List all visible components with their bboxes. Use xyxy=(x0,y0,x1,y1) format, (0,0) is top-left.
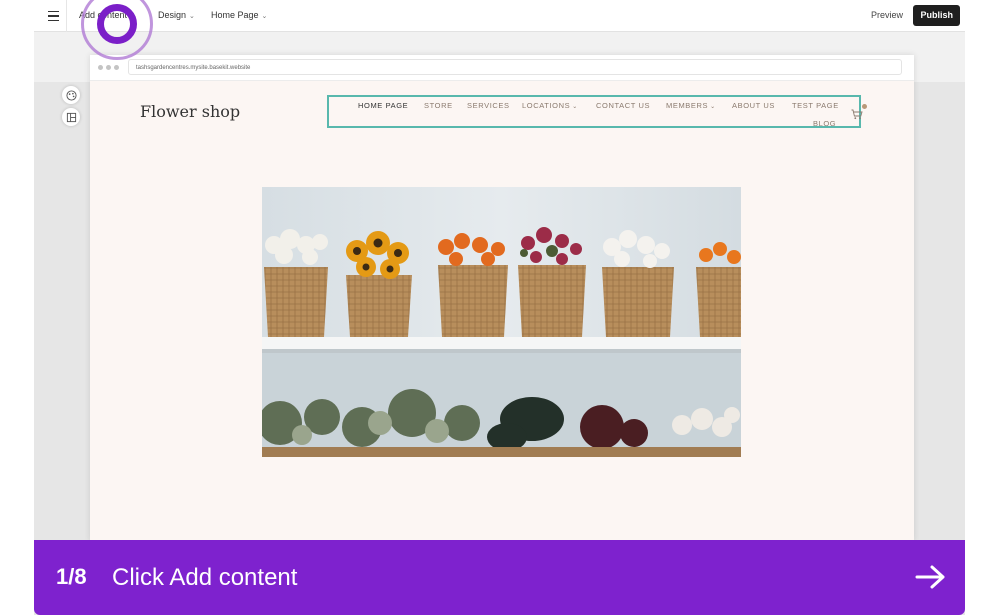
nav-item-locations[interactable]: LOCATIONS ⌄ xyxy=(522,101,578,110)
step-instruction: Click Add content xyxy=(112,564,298,591)
shopping-cart-icon[interactable] xyxy=(851,107,863,125)
page-selector[interactable]: Home Page ⌄ xyxy=(211,10,267,20)
nav-item-about-us[interactable]: ABOUT US xyxy=(732,101,775,110)
hamburger-menu-icon[interactable] xyxy=(42,5,64,27)
preview-button[interactable]: Preview xyxy=(871,10,903,20)
url-bar: tashsgardencentres.mysite.basekit.websit… xyxy=(128,59,902,75)
nav-item-contact-us[interactable]: CONTACT US xyxy=(596,101,650,110)
chevron-down-icon: ⌄ xyxy=(710,104,716,110)
tour-step-banner: 1/8 Click Add content xyxy=(34,540,965,615)
nav-item-home-page[interactable]: HOME PAGE xyxy=(358,101,408,110)
step-counter: 1/8 xyxy=(56,564,87,589)
site-navigation[interactable]: HOME PAGE STORE SERVICES LOCATIONS ⌄ CONT… xyxy=(327,95,867,128)
chevron-down-icon: ⌄ xyxy=(261,13,268,20)
publish-button[interactable]: Publish xyxy=(913,5,960,26)
nav-item-members[interactable]: MEMBERS ⌄ xyxy=(666,101,716,110)
arrow-right-icon[interactable] xyxy=(915,564,947,595)
nav-item-test-page[interactable]: TEST PAGE xyxy=(792,101,839,110)
chevron-down-icon: ⌄ xyxy=(572,104,578,110)
palette-icon[interactable] xyxy=(62,86,80,104)
window-dot xyxy=(98,65,103,70)
editor-app: Add content Design ⌄ Home Page ⌄ Preview P… xyxy=(34,0,965,615)
site-preview-window: tashsgardencentres.mysite.basekit.websit… xyxy=(90,55,914,541)
browser-bar: tashsgardencentres.mysite.basekit.websit… xyxy=(90,55,914,81)
flower-baskets-photo[interactable] xyxy=(262,187,741,457)
window-dot xyxy=(114,65,119,70)
nav-item-blog[interactable]: BLOG xyxy=(813,119,836,128)
toolbar-divider xyxy=(66,0,67,32)
site-logo[interactable]: Flower shop xyxy=(140,102,240,121)
layout-icon[interactable] xyxy=(62,108,80,126)
nav-item-store[interactable]: STORE xyxy=(424,101,453,110)
cart-badge xyxy=(862,104,867,109)
design-menu[interactable]: Design ⌄ xyxy=(158,10,195,20)
click-target-indicator xyxy=(97,4,137,44)
window-dot xyxy=(106,65,111,70)
editor-toolbar: Add content Design ⌄ Home Page ⌄ Preview P… xyxy=(34,0,965,32)
chevron-down-icon: ⌄ xyxy=(189,13,195,20)
nav-item-services[interactable]: SERVICES xyxy=(467,101,510,110)
